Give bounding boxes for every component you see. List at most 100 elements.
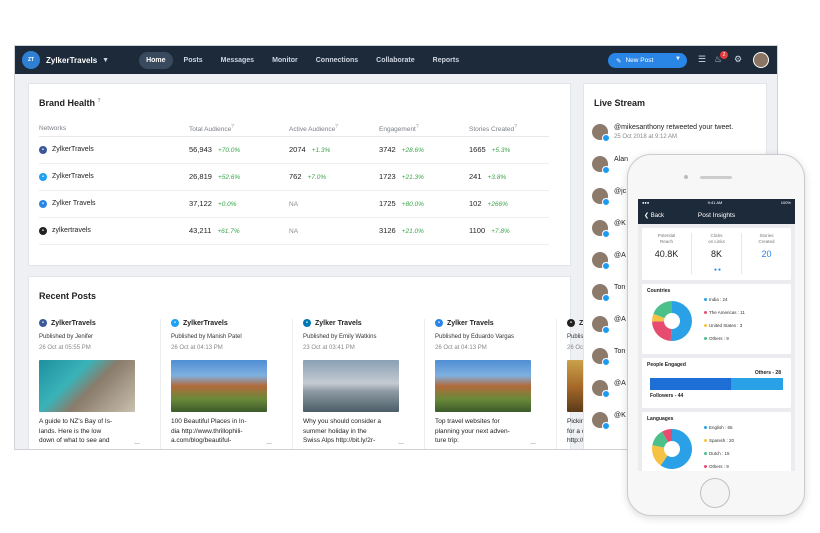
more-icon[interactable]: ... [530, 439, 536, 446]
live-stream-text: @jc [614, 188, 627, 195]
status-time: 9:41 AM [707, 200, 723, 205]
avatar[interactable] [592, 380, 610, 398]
post-card[interactable]: • ZylkerTravels Published by Manish Patel 2… [171, 319, 293, 449]
nav-messages[interactable]: Messages [214, 52, 261, 69]
chevron-down-icon[interactable]: ▼ [675, 56, 681, 62]
phone-camera [684, 175, 688, 179]
business-icon: • [435, 319, 443, 327]
post-published-by: Published by Manish Patel [171, 334, 242, 340]
post-text: A guide to NZ's Bay of Is- lands. Here i… [39, 418, 113, 444]
avatar[interactable] [592, 348, 610, 366]
gear-icon[interactable]: ⚙ [734, 54, 742, 65]
engagement-cell: 1723 +21.3% [379, 163, 469, 191]
languages-card: Languages English : 65 Spanish : 20 Dutch … [642, 412, 791, 471]
live-stream-item[interactable]: Ton [592, 348, 626, 366]
brand-logo[interactable]: ZT [22, 51, 40, 69]
live-stream-text: Ton [614, 348, 626, 355]
active-audience-cell: 2074 +1.3% [289, 136, 379, 164]
network-cell[interactable]: • ZylkerTravels [39, 136, 189, 164]
post-text: Top travel websites for planning your ne… [435, 418, 510, 444]
business-icon: • [39, 199, 47, 208]
post-account[interactable]: • Zylker Travels [303, 319, 412, 327]
chevron-down-icon[interactable]: ▼ [102, 57, 109, 64]
engaged-followers-label: Followers - 44 [650, 393, 684, 399]
phone-speaker [700, 176, 732, 179]
home-button[interactable] [700, 478, 730, 508]
nav-connections[interactable]: Connections [309, 52, 365, 69]
info-icon[interactable]: ? [98, 98, 101, 104]
countries-card: Countries India : 24 The Americas : 11 Uni… [642, 284, 791, 354]
live-stream-item[interactable]: @K [592, 412, 626, 430]
live-stream-text: @K [614, 220, 626, 227]
nav-posts[interactable]: Posts [177, 52, 210, 69]
live-stream-item[interactable]: @mikesanthony retweeted your tweet. 25 Oc… [592, 124, 733, 142]
more-icon[interactable]: ... [134, 439, 140, 446]
active-audience-cell: 762 +7.0% [289, 163, 379, 191]
more-icon[interactable]: ... [398, 439, 404, 446]
nav-home[interactable]: Home [139, 51, 173, 69]
metric-value: 20 [761, 249, 772, 259]
instagram-icon: • [39, 226, 47, 235]
brand-name[interactable]: ZylkerTravels [46, 56, 97, 65]
menu-icon[interactable]: ☰ [698, 54, 706, 65]
countries-pie-chart [652, 301, 692, 341]
brand-health-row: • ZylkerTravels 56,943 +70.0% 2074 +1.3% 3742 +… [39, 136, 549, 164]
legend-item: Others : 9 [704, 332, 745, 345]
live-stream-item[interactable]: @K [592, 220, 626, 238]
post-account[interactable]: • Zylker Travels [435, 319, 544, 327]
live-stream-item[interactable]: @A [592, 252, 626, 270]
post-published-by: Published by Emily Watkins [303, 334, 377, 340]
post-image[interactable] [303, 360, 399, 412]
live-stream-item[interactable]: Ton [592, 284, 625, 302]
avatar[interactable] [592, 124, 610, 142]
post-image[interactable] [171, 360, 267, 412]
network-cell[interactable]: • zylkertravels [39, 217, 189, 245]
live-stream-item[interactable]: @jc [592, 188, 627, 206]
new-post-button[interactable]: ✎ New Post ▼ [608, 53, 687, 68]
post-published-by: Published by Jenifer [39, 334, 94, 340]
metric-label: Clicks on Links [708, 233, 725, 244]
live-stream-text: @A [614, 252, 626, 259]
phone-header: ❮ Back Post Insights [638, 207, 795, 224]
brand-health-row: • zylkertravels 43,211 +61.7% NA 3126 +21.0% 11… [39, 217, 549, 245]
avatar[interactable] [592, 284, 610, 302]
post-card[interactable]: • Zylker Travels Published by Emily Watkin… [303, 319, 425, 449]
post-card[interactable]: • ZylkerTravels Published by Jenifer 26 Oct… [39, 319, 161, 449]
pie-hole [664, 313, 680, 329]
twitter-icon: • [39, 172, 47, 181]
legend-item: Dutch : 15 [704, 447, 734, 460]
post-date: 26 Oct at 05:55 PM [39, 345, 91, 351]
stories-created-cell: 1100 +7.8% [469, 217, 549, 245]
post-image[interactable] [435, 360, 531, 412]
avatar[interactable] [592, 412, 610, 430]
avatar[interactable] [592, 188, 610, 206]
metric-label: Stories Created [758, 233, 775, 244]
more-icon[interactable]: ... [266, 439, 272, 446]
network-cell[interactable]: • Zylker Travels [39, 190, 189, 218]
languages-donut-chart [652, 429, 692, 469]
post-card[interactable]: • Zylker Travels Published by Eduardo Varg… [435, 319, 557, 449]
pencil-icon: ✎ [616, 57, 622, 65]
live-stream-item[interactable]: @A [592, 316, 626, 334]
avatar[interactable] [592, 156, 610, 174]
nav-reports[interactable]: Reports [426, 52, 466, 69]
pager-dots[interactable]: ●● [714, 267, 722, 273]
nav-collaborate[interactable]: Collaborate [369, 52, 422, 69]
post-account[interactable]: • ZylkerTravels [171, 319, 280, 327]
post-image[interactable] [39, 360, 135, 412]
phone-screen: ●●● 9:41 AM 100% ❮ Back Post Insights Po… [638, 199, 795, 471]
instagram-icon: • [567, 319, 575, 327]
avatar[interactable] [592, 316, 610, 334]
people-engaged-title: People Engaged [647, 362, 686, 368]
post-account[interactable]: • ZylkerTravels [39, 319, 148, 327]
active-audience-cell: NA [289, 190, 379, 218]
avatar[interactable] [592, 252, 610, 270]
signal-icon: ●●● [642, 200, 650, 205]
network-cell[interactable]: • ZylkerTravels [39, 163, 189, 191]
user-avatar[interactable] [753, 52, 769, 68]
live-stream-item[interactable]: Alan [592, 156, 628, 174]
live-stream-item[interactable]: @A [592, 380, 626, 398]
nav-monitor[interactable]: Monitor [265, 52, 305, 69]
post-published-by: Published by Eduardo Vargas [435, 334, 514, 340]
avatar[interactable] [592, 220, 610, 238]
